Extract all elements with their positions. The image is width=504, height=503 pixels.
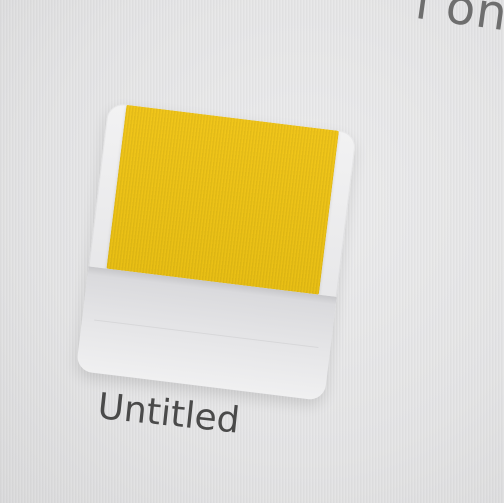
document-tile-icon: [75, 102, 357, 402]
document-tile[interactable]: [73, 102, 376, 424]
screen: l on th Untitled: [0, 0, 504, 503]
document-cover-color: [106, 104, 339, 295]
partial-title-text: l on th: [412, 0, 504, 52]
